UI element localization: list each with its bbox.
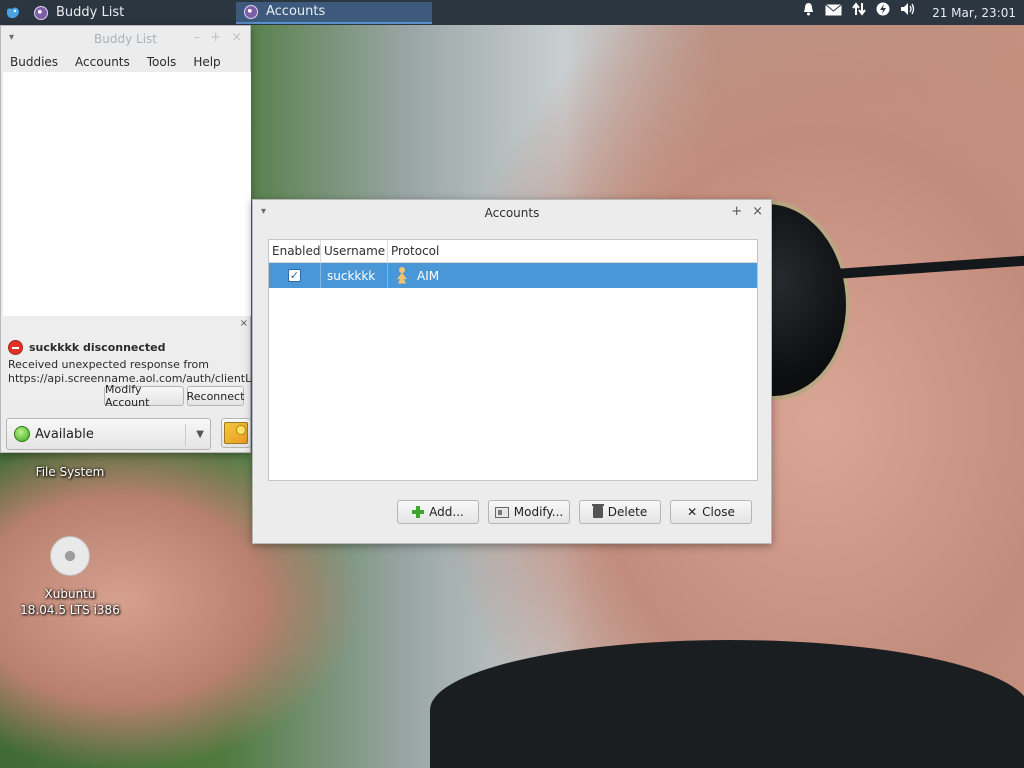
buddy-list-window: ▾ Buddy List – + × Buddies Accounts Tool… (0, 25, 275, 453)
enabled-cell: ✓ (269, 263, 321, 288)
power-icon[interactable] (876, 0, 890, 25)
menu-accounts[interactable]: Accounts (75, 55, 130, 69)
top-panel: Buddy List Accounts 21 Mar, 23:01 (0, 0, 1024, 25)
menu-tools[interactable]: Tools (147, 55, 177, 69)
button-label: Delete (607, 505, 648, 519)
minimize-icon[interactable]: – (194, 30, 201, 45)
window-menu-icon[interactable]: ▾ (261, 206, 266, 217)
table-header: Enabled Username Protocol (269, 240, 757, 263)
column-header-username[interactable]: Username (321, 240, 388, 262)
table-row[interactable]: ✓ suckkkk AIM (269, 263, 757, 288)
aim-icon (394, 266, 410, 285)
close-icon[interactable]: × (752, 204, 763, 219)
accounts-button-row: Add... Modify... Delete ✕ Close (253, 500, 773, 526)
buddy-avatar-icon (224, 422, 248, 444)
applications-menu-button[interactable] (0, 0, 26, 25)
pidgin-icon (244, 4, 258, 19)
column-header-protocol[interactable]: Protocol (388, 240, 757, 262)
disconnect-notice: × suckkkk disconnected Received unexpect… (1, 316, 275, 409)
desktop-icon-file-system-label[interactable]: File System (30, 465, 110, 479)
column-header-enabled[interactable]: Enabled (269, 240, 321, 262)
accounts-titlebar[interactable]: ▾ Accounts + × (253, 200, 771, 226)
volume-icon[interactable] (900, 0, 916, 25)
error-icon (8, 340, 23, 355)
combo-separator (185, 424, 186, 446)
desktop-icon-label-line: 18.04.5 LTS i386 (20, 603, 120, 617)
accounts-table: Enabled Username Protocol ✓ suckkkk AIM (268, 239, 758, 481)
status-row: Available ▼ (6, 418, 251, 450)
taskbar-item-buddy-list[interactable]: Buddy List (26, 2, 234, 24)
protocol-label: AIM (417, 268, 440, 283)
menu-buddies[interactable]: Buddies (10, 55, 58, 69)
trash-icon (591, 504, 604, 518)
desktop-icon-xubuntu-label[interactable]: Xubuntu 18.04.5 LTS i386 (15, 586, 125, 618)
pidgin-icon (34, 5, 48, 20)
accounts-window: ▾ Accounts + × Enabled Username Protocol… (252, 199, 772, 544)
taskbar-item-label: Accounts (266, 4, 326, 19)
network-icon[interactable] (852, 0, 866, 25)
modify-button[interactable]: Modify... (488, 500, 570, 524)
enabled-checkbox[interactable]: ✓ (288, 269, 301, 282)
bell-icon[interactable] (802, 0, 815, 25)
close-icon[interactable]: × (231, 30, 242, 45)
modify-icon (494, 506, 509, 518)
taskbar-item-label: Buddy List (56, 5, 125, 20)
menubar: Buddies Accounts Tools Help (1, 52, 250, 72)
desktop-icon-label-line: Xubuntu (44, 587, 96, 601)
maximize-icon[interactable]: + (731, 204, 742, 219)
taskbar-item-accounts[interactable]: Accounts (236, 1, 432, 24)
close-icon[interactable]: × (240, 318, 248, 329)
button-label: Modify Account (105, 383, 150, 409)
notice-message: Received unexpected response from https:… (8, 358, 275, 385)
clock[interactable]: 21 Mar, 23:01 (932, 6, 1016, 20)
close-button[interactable]: ✕ Close (670, 500, 752, 524)
window-menu-icon[interactable]: ▾ (9, 32, 14, 43)
mail-icon[interactable] (825, 0, 842, 25)
buddy-list-titlebar[interactable]: ▾ Buddy List – + × (1, 26, 250, 52)
button-label: Close (702, 505, 735, 519)
status-selector[interactable]: Available ▼ (6, 418, 211, 450)
button-label: Add... (429, 505, 464, 519)
add-button[interactable]: Add... (397, 500, 479, 524)
delete-button[interactable]: Delete (579, 500, 661, 524)
status-label: Available (35, 426, 94, 442)
wallpaper-shoulder (430, 640, 1024, 768)
available-status-icon (14, 426, 30, 442)
menu-help[interactable]: Help (193, 55, 220, 69)
chevron-down-icon: ▼ (196, 429, 204, 440)
maximize-icon[interactable]: + (210, 30, 221, 45)
notice-title-text: suckkkk disconnected (29, 341, 166, 354)
window-title: Buddy List (94, 32, 157, 46)
drive-icon[interactable] (50, 536, 90, 576)
close-icon: ✕ (687, 505, 698, 519)
add-icon (412, 506, 425, 518)
window-title: Accounts (484, 206, 540, 220)
notice-title: suckkkk disconnected (8, 340, 166, 355)
xfce-menu-icon (7, 7, 19, 18)
protocol-cell: AIM (388, 263, 757, 288)
buddy-icon-button[interactable] (221, 418, 251, 448)
button-label: Reconnect (186, 389, 245, 403)
username-cell: suckkkk (321, 263, 388, 288)
system-tray: 21 Mar, 23:01 (802, 0, 1024, 25)
button-label: Modify... (513, 505, 564, 519)
reconnect-button[interactable]: Reconnect (187, 386, 244, 406)
buddy-list-area[interactable] (3, 72, 251, 316)
modify-account-button[interactable]: Modify Account (104, 383, 184, 409)
